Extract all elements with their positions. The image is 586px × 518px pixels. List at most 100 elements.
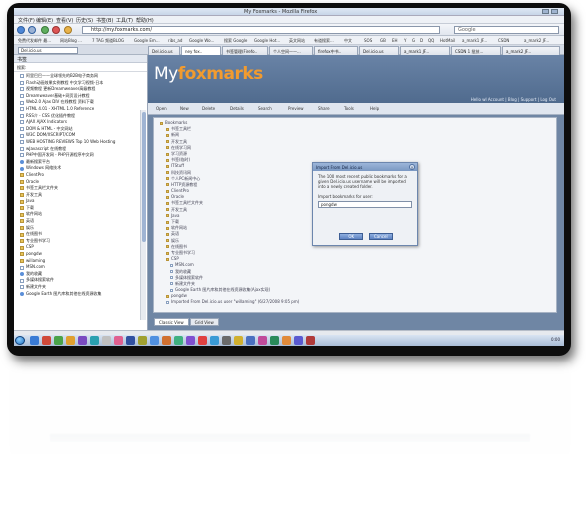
taskbar-app-icon[interactable] xyxy=(222,336,231,345)
tab-grid-view[interactable]: Grid View xyxy=(189,318,219,326)
bookmark-item[interactable]: 搜索 Google xyxy=(224,38,247,44)
sidebar-tree-item[interactable]: W3C DOM/XSCRIPT/COM xyxy=(20,132,147,139)
sidebar-tree-item[interactable]: DOM & HTML - 中文网站 xyxy=(20,126,147,133)
taskbar-app-icon[interactable] xyxy=(78,336,87,345)
tab[interactable]: a_mark2 JF... xyxy=(502,46,560,55)
delete-button[interactable]: Delete xyxy=(202,106,215,111)
tab[interactable]: Del.icio.us xyxy=(359,46,399,55)
help-button[interactable]: Help xyxy=(370,106,379,111)
sidebar-tree-item[interactable]: 专业图书学习 xyxy=(20,238,147,245)
sidebar-tree-item[interactable]: PHP中国开发网 - PHP开源程序中文网 xyxy=(20,152,147,159)
cancel-button[interactable]: Cancel xyxy=(368,233,393,240)
bookmark-item[interactable]: 7 TAG 频道BLOG xyxy=(92,38,124,44)
tab[interactable]: 个人空间——... xyxy=(269,46,313,55)
taskbar-app-icon[interactable] xyxy=(198,336,207,345)
taskbar-app-icon[interactable] xyxy=(258,336,267,345)
taskbar-app-icon[interactable] xyxy=(66,336,75,345)
bookmark-item[interactable]: EH xyxy=(392,38,398,43)
sidebar-tree-item[interactable]: 我的收藏 xyxy=(20,271,147,278)
bookmark-item[interactable]: D xyxy=(420,38,423,43)
menu-file[interactable]: 文件(F) xyxy=(18,17,35,24)
share-button[interactable]: Share xyxy=(318,106,330,111)
bookmark-item[interactable]: ribs_ad xyxy=(168,38,182,43)
sidebar-tree-item[interactable]: wJavascript 在线教程 xyxy=(20,146,147,153)
sidebar-tree-item[interactable]: 书签工具栏文件夹 xyxy=(20,185,147,192)
new-button[interactable]: New xyxy=(180,106,189,111)
taskbar-app-icon[interactable] xyxy=(150,336,159,345)
header-links[interactable]: Hello wl Account | Blog | Support | Log … xyxy=(471,97,556,102)
menu-bookmarks[interactable]: 书签(B) xyxy=(96,17,113,24)
sidebar-tree-item[interactable]: Java xyxy=(20,198,147,205)
minimize-button[interactable] xyxy=(542,9,549,14)
sidebar-tree-item[interactable]: willaming xyxy=(20,258,147,265)
sidebar-tree-item[interactable]: CSP xyxy=(20,244,147,251)
taskbar-app-icon[interactable] xyxy=(114,336,123,345)
bookmark-item[interactable]: G xyxy=(412,38,415,43)
bookmark-item[interactable]: Y xyxy=(404,38,406,43)
sidebar-tree-item[interactable]: Web2.0 Ajax DIV 在线教程 资料下载 xyxy=(20,99,147,106)
menu-edit[interactable]: 编辑(E) xyxy=(36,17,53,24)
tools-button[interactable]: Tools xyxy=(344,106,354,111)
bookmark-item[interactable]: 有道搜索... xyxy=(314,38,334,44)
bookmark-item[interactable]: Google Em... xyxy=(134,38,160,43)
sidebar-tree-item[interactable]: Google Earth 图片库和其他在线资源收集 xyxy=(20,291,147,298)
bookmark-item[interactable]: QQ xyxy=(428,38,434,43)
home-icon[interactable] xyxy=(64,26,72,34)
bookmark-item[interactable]: 免费代发邮件 最... xyxy=(18,38,51,44)
sidebar-tree-item[interactable]: HTML 4.01 - XHTML 1.0 Reference xyxy=(20,106,147,113)
start-button[interactable] xyxy=(15,336,25,345)
menu-history[interactable]: 历史(S) xyxy=(76,17,93,24)
taskbar-app-icon[interactable] xyxy=(270,336,279,345)
sidebar-tree-item[interactable]: 软件网站 xyxy=(20,211,147,218)
sidebar-tree-item[interactable]: 新建文件夹 xyxy=(20,284,147,291)
taskbar-app-icon[interactable] xyxy=(102,336,111,345)
bookmark-item[interactable]: HotMail xyxy=(440,38,455,43)
sidebar-search-field[interactable]: Del.icio.us xyxy=(18,47,78,54)
foxmarks-tree-item[interactable]: Imported From Del.icio.us user "willamin… xyxy=(160,299,556,305)
bookmark-item[interactable]: SOS xyxy=(364,38,372,43)
taskbar-app-icon[interactable] xyxy=(186,336,195,345)
tab[interactable]: 书签管理(Firefo.. xyxy=(222,46,268,55)
sidebar-tree-item[interactable]: Windows 网络技术 xyxy=(20,165,147,172)
taskbar-app-icon[interactable] xyxy=(234,336,243,345)
search-input[interactable]: Google xyxy=(454,26,559,34)
bookmark-item[interactable]: a_mark2 JF... xyxy=(524,38,549,43)
tab[interactable]: a_mark1 JF... xyxy=(400,46,450,55)
preview-button[interactable]: Preview xyxy=(288,106,304,111)
scrollbar-thumb[interactable] xyxy=(142,112,146,242)
taskbar-app-icon[interactable] xyxy=(306,336,315,345)
bookmark-item[interactable]: Google Hot... xyxy=(254,38,280,43)
bookmark-item[interactable]: GB xyxy=(380,38,386,43)
sidebar-tree-item[interactable]: 在线图书 xyxy=(20,231,147,238)
bookmark-item[interactable]: CSDN xyxy=(498,38,509,43)
username-input[interactable]: pongdw xyxy=(318,200,412,208)
sidebar-tree-item[interactable]: Flash动画效果实例教程 中文学习视频-日本 xyxy=(20,80,147,87)
sidebar-tree-item[interactable]: ClientPro xyxy=(20,172,147,179)
sidebar-tree-item[interactable]: Oracle xyxy=(20,179,147,186)
bookmark-item[interactable]: 中文 xyxy=(344,38,352,44)
taskbar-app-icon[interactable] xyxy=(90,336,99,345)
close-button[interactable] xyxy=(551,9,558,14)
menu-help[interactable]: 帮助(H) xyxy=(136,17,154,24)
tab[interactable]: Del.icio.us xyxy=(148,46,180,55)
bookmark-item[interactable]: 英文网站 xyxy=(289,38,305,44)
ok-button[interactable]: OK xyxy=(339,233,364,240)
sidebar-tree-item[interactable]: Dreamweaver基础+网页设计教程 xyxy=(20,93,147,100)
taskbar-app-icon[interactable] xyxy=(138,336,147,345)
sidebar-scrollbar[interactable] xyxy=(140,110,146,320)
search-button[interactable]: Search xyxy=(258,106,272,111)
details-button[interactable]: Details xyxy=(230,106,244,111)
stop-icon[interactable] xyxy=(52,26,60,34)
taskbar-app-icon[interactable] xyxy=(126,336,135,345)
taskbar-app-icon[interactable] xyxy=(246,336,255,345)
sidebar-tree-item[interactable]: 英语 xyxy=(20,218,147,225)
close-icon[interactable]: × xyxy=(409,164,415,170)
reload-icon[interactable] xyxy=(41,26,49,34)
sidebar-tree-item[interactable]: 最新搜索平台 xyxy=(20,159,147,166)
tab-active[interactable]: ney fox.. xyxy=(181,46,221,55)
taskbar-app-icon[interactable] xyxy=(54,336,63,345)
sidebar-tree-item[interactable]: RSS介 - CSS 优化插件教程 xyxy=(20,113,147,120)
sidebar-tree-item[interactable]: MSN.com xyxy=(20,264,147,271)
forward-icon[interactable] xyxy=(28,26,36,34)
taskbar-app-icon[interactable] xyxy=(210,336,219,345)
